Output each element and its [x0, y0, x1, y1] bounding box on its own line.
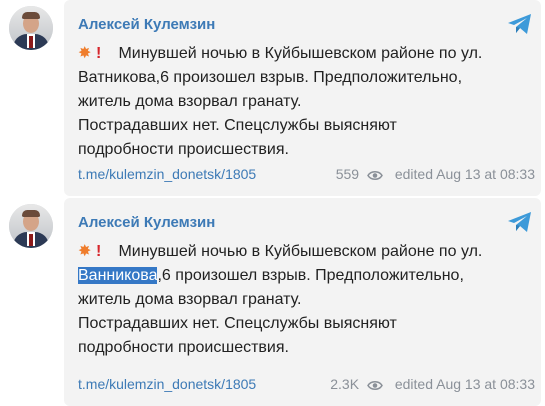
- avatar[interactable]: [9, 6, 53, 50]
- eye-icon: [367, 381, 383, 390]
- text-line: ,6 произошел взрыв. Предположительно,: [157, 267, 464, 284]
- edited-label: edited: [394, 166, 433, 182]
- view-count: 559: [335, 166, 360, 182]
- telegram-icon[interactable]: [507, 210, 533, 234]
- text-line: подробности происшествия.: [78, 141, 289, 158]
- message-bubble: Алексей Кулемзин ✸! Минувшей ночью в Куй…: [64, 0, 541, 196]
- message-bubble: Алексей Кулемзин ✸! Минувшей ночью в Куй…: [64, 198, 541, 406]
- view-count: 2.3K: [330, 376, 360, 392]
- telegram-post: Алексей Кулемзин ✸! Минувшей ночью в Куй…: [0, 198, 545, 406]
- exclamation-emoji-icon: !: [96, 45, 102, 62]
- collision-emoji-icon: ✸: [78, 243, 92, 260]
- post-link[interactable]: t.me/kulemzin_donetsk/1805: [78, 166, 256, 182]
- text-line: житель дома взорвал гранату.: [78, 93, 302, 110]
- message-text: ✸! Минувшей ночью в Куйбышевском районе …: [78, 240, 527, 360]
- post-date: Aug 13 at 08:33: [436, 376, 535, 392]
- message-text: ✸! Минувшей ночью в Куйбышевском районе …: [78, 42, 527, 162]
- eye-icon: [367, 171, 383, 180]
- avatar[interactable]: [9, 204, 53, 248]
- post-date: Aug 13 at 08:33: [436, 166, 535, 182]
- text-line: житель дома взорвал гранату.: [78, 291, 302, 308]
- text-line: Пострадавших нет. Спецслужбы выясняют: [78, 117, 397, 134]
- highlighted-text[interactable]: Ванникова: [78, 267, 158, 284]
- text-line: Ватникова,6 произошел взрыв. Предположит…: [78, 69, 463, 86]
- edited-label: edited: [394, 376, 433, 392]
- exclamation-emoji-icon: !: [96, 243, 102, 260]
- text-line: Минувшей ночью в Куйбышевском районе по …: [118, 243, 483, 260]
- post-link[interactable]: t.me/kulemzin_donetsk/1805: [78, 376, 256, 392]
- message-footer: t.me/kulemzin_donetsk/1805 559 edited Au…: [78, 166, 535, 182]
- telegram-icon[interactable]: [507, 12, 533, 36]
- text-line: подробности происшествия.: [78, 339, 289, 356]
- author-name[interactable]: Алексей Кулемзин: [78, 214, 215, 231]
- collision-emoji-icon: ✸: [78, 45, 92, 62]
- telegram-post: Алексей Кулемзин ✸! Минувшей ночью в Куй…: [0, 0, 545, 196]
- author-name[interactable]: Алексей Кулемзин: [78, 16, 215, 33]
- text-line: Минувшей ночью в Куйбышевском районе по …: [118, 45, 483, 62]
- text-line: Пострадавших нет. Спецслужбы выясняют: [78, 315, 397, 332]
- message-footer: t.me/kulemzin_donetsk/1805 2.3K edited A…: [78, 376, 535, 392]
